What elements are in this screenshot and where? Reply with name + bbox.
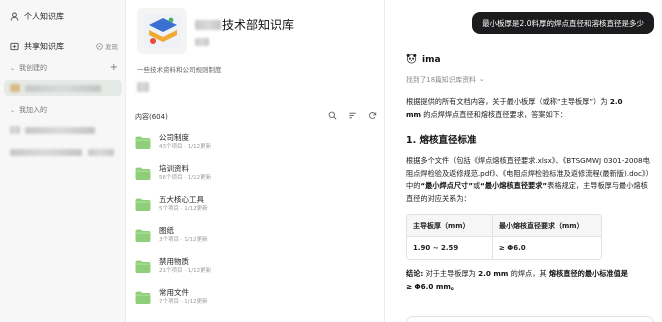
table-cell: ≥ Φ6.0 <box>499 244 526 252</box>
kb-detail-panel: 技术部知识库 一些技术资料和公司规则制度 内容(604) 公司制度 43个项目 ·… <box>127 0 385 322</box>
kb-avatar <box>10 84 20 92</box>
folder-name: 常用文件 <box>159 288 189 297</box>
kb-description: 一些技术资料和公司规则制度 <box>137 66 222 74</box>
folder-icon <box>135 291 151 304</box>
kb-item[interactable] <box>4 122 122 138</box>
content-count: 内容(604) <box>135 113 168 121</box>
answer-body: 根据多个文件（包括《焊点熔核直径要求.xlsx》、《BTSGMWJ 0301-2… <box>406 156 650 203</box>
sidebar-item-shared[interactable]: 共享知识库 发现 <box>0 38 126 54</box>
bot-header: ima <box>406 53 441 66</box>
answer-section-title: 1. 熔核直径标准 <box>406 135 477 146</box>
folder-icon <box>135 229 151 242</box>
folder-meta: 43个项目 · 1/12更新 <box>159 144 212 150</box>
sidebar-item-label: 个人知识库 <box>24 11 64 21</box>
refresh-icon[interactable] <box>368 111 377 120</box>
section-joined[interactable]: ⌄ 我加入的 <box>0 102 126 118</box>
bot-name: ima <box>422 54 441 65</box>
folder-name: 公司制度 <box>159 133 189 142</box>
folder-item[interactable]: 禁用物质 21个项目 · 1/12更新 <box>135 254 375 278</box>
shared-kb-icon <box>10 42 19 51</box>
folder-item[interactable]: 五大核心工具 5个项目 · 1/12更新 <box>135 192 375 216</box>
table-header: 最小熔核直径要求（mm） <box>493 215 601 237</box>
chat-panel: 最小板厚是2.0料厚的焊点直径和溶核直径是多少 ima 找到了18篇知识库资料 … <box>386 0 662 322</box>
folder-item[interactable]: 培训资料 56个项目 · 1/12更新 <box>135 161 375 185</box>
kb-item[interactable] <box>4 144 122 160</box>
kb-item-selected[interactable] <box>4 80 122 96</box>
section-created[interactable]: ⌄ 我创建的 + <box>0 60 126 76</box>
folder-item[interactable]: 公司制度 43个项目 · 1/12更新 <box>135 130 375 154</box>
folder-meta: 7个项目 · 1/12更新 <box>159 299 208 305</box>
chat-input-box[interactable] <box>406 316 654 322</box>
folder-icon <box>135 167 151 180</box>
table-header-row: 主导板厚（mm） 最小熔核直径要求（mm） <box>407 215 601 237</box>
kb-avatar <box>10 126 20 134</box>
answer-intro: 根据提供的所有文档内容，关于最小板厚（或称“主导板厚”）为 2.0 mm 的点焊焊… <box>406 97 623 119</box>
folder-icon <box>135 260 151 273</box>
folder-name: 禁用物质 <box>159 257 189 266</box>
folder-item[interactable]: 常用文件 7个项目 · 1/12更新 <box>135 285 375 309</box>
section-created-label: 我创建的 <box>19 64 48 72</box>
sidebar-item-personal[interactable]: 个人知识库 <box>0 8 126 24</box>
table-header: 主导板厚（mm） <box>407 215 493 237</box>
chevron-down-icon: ⌄ <box>478 75 485 83</box>
folder-name: 培训资料 <box>159 164 189 173</box>
folder-meta: 5个项目 · 1/12更新 <box>159 206 208 212</box>
kb-name-redacted <box>88 148 114 156</box>
kb-owner-redacted <box>195 38 209 48</box>
sidebar-item-label: 共享知识库 <box>24 41 64 51</box>
kb-owner-avatar <box>137 82 149 94</box>
folder-icon <box>135 198 151 211</box>
chevron-down-icon: ⌄ <box>10 64 16 72</box>
kb-title-redacted <box>195 19 221 30</box>
content-toolbar: 内容(604) <box>135 111 377 123</box>
compass-icon <box>96 42 103 50</box>
kb-name-redacted <box>10 148 82 156</box>
answer-table: 主导板厚（mm） 最小熔核直径要求（mm） 1.90 ~ 2.59 ≥ Φ6.0 <box>406 214 602 260</box>
table-row: 1.90 ~ 2.59 ≥ Φ6.0 <box>407 237 601 259</box>
panda-avatar-icon <box>406 53 417 66</box>
kb-name-redacted <box>25 84 101 92</box>
folder-meta: 3个项目 · 1/12更新 <box>159 237 208 243</box>
folder-name: 五大核心工具 <box>159 195 204 204</box>
kb-cover-image <box>137 8 187 54</box>
folder-item[interactable]: 图纸 3个项目 · 1/12更新 <box>135 223 375 247</box>
discover-label: 发现 <box>105 43 118 51</box>
answer-conclusion: 结论: 对于主导板厚为 2.0 mm 的焊点，其 熔核直径的最小标准值是 ≥ Φ6… <box>406 269 628 291</box>
folder-name: 图纸 <box>159 226 174 235</box>
user-message-bubble: 最小板厚是2.0料厚的焊点直径和溶核直径是多少 <box>472 12 654 34</box>
folder-meta: 21个项目 · 1/12更新 <box>159 268 212 274</box>
sort-icon[interactable] <box>348 111 357 120</box>
person-icon <box>10 12 19 21</box>
sources-toggle[interactable]: 找到了18篇知识库资料 ⌄ <box>406 74 485 84</box>
section-joined-label: 我加入的 <box>19 106 48 114</box>
folder-meta: 56个项目 · 1/12更新 <box>159 175 212 181</box>
kb-title: 技术部知识库 <box>195 16 294 33</box>
kb-name-redacted <box>25 126 95 134</box>
sidebar: 个人知识库 共享知识库 发现 ⌄ 我创建的 + ⌄ 我加入的 <box>0 0 126 322</box>
discover-link[interactable]: 发现 <box>96 41 118 51</box>
sources-label: 找到了18篇知识库资料 <box>406 76 476 84</box>
kb-title-text: 技术部知识库 <box>222 18 295 32</box>
search-icon[interactable] <box>328 111 337 120</box>
chevron-down-icon: ⌄ <box>10 106 16 114</box>
table-cell: 1.90 ~ 2.59 <box>407 237 493 259</box>
add-kb-icon[interactable]: + <box>110 63 118 73</box>
folder-icon <box>135 136 151 149</box>
